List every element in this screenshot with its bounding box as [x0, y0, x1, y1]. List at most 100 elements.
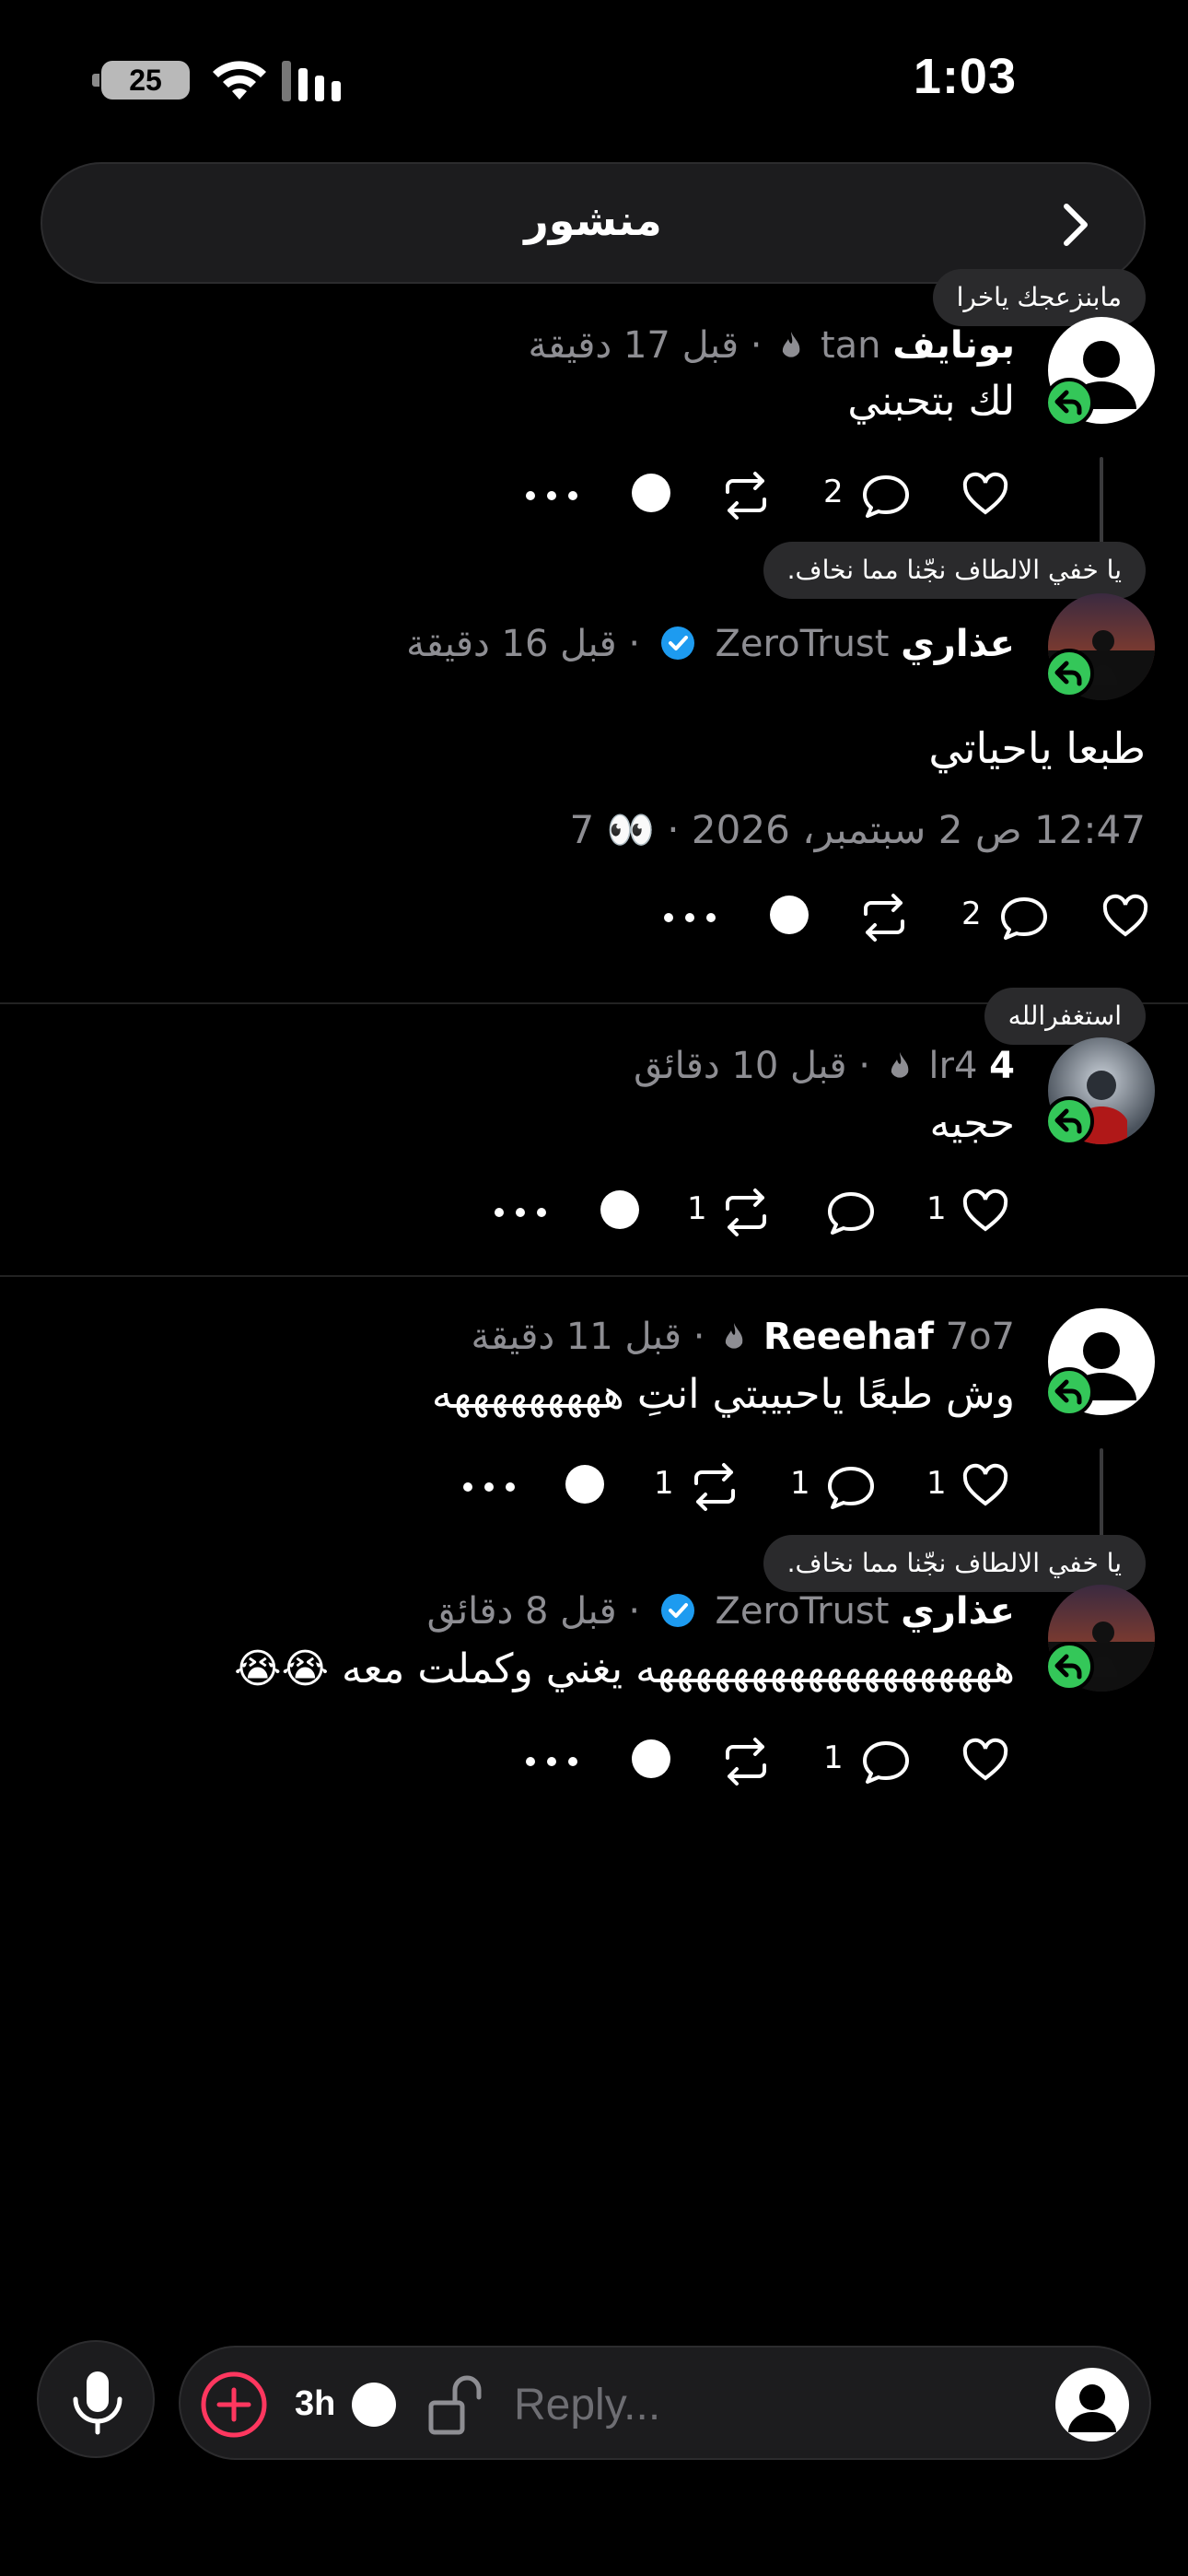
- username[interactable]: بونايف: [892, 324, 1015, 367]
- separator: ·: [654, 807, 680, 852]
- share-dot-icon[interactable]: [770, 896, 809, 934]
- reply-count: 2: [961, 896, 982, 932]
- verified-icon: [660, 626, 694, 660]
- eyes-icon: 👀: [606, 807, 655, 852]
- share-dot-icon[interactable]: [632, 474, 670, 512]
- comment-text: هههههههههههههههههههه يغني وكملت معه 😭😭: [234, 1645, 1015, 1692]
- default-avatar-icon: [1068, 2384, 1116, 2432]
- reply-arrow-icon: [1054, 390, 1082, 416]
- separator: ·: [750, 324, 763, 367]
- post-date: 12:47 ص 2 سبتمبر، 2026: [691, 807, 1146, 852]
- handle[interactable]: 7o7: [946, 1316, 1015, 1358]
- repost-icon[interactable]: [720, 1185, 772, 1240]
- flame-icon: [725, 1323, 743, 1349]
- chevron-right-icon[interactable]: [1050, 199, 1101, 251]
- separator: ·: [858, 1045, 870, 1087]
- verified-icon: [660, 1594, 694, 1627]
- share-dot-icon[interactable]: [600, 1190, 639, 1229]
- more-options-icon[interactable]: [523, 468, 580, 523]
- time-ago: قبل 17 دقيقة: [528, 324, 740, 367]
- wifi-icon: [213, 61, 266, 100]
- handle[interactable]: tan: [821, 324, 881, 367]
- battery-tip: [92, 74, 99, 87]
- repost-icon[interactable]: [689, 1459, 740, 1515]
- battery-icon: 25: [101, 61, 190, 100]
- unlock-icon[interactable]: [425, 2371, 488, 2438]
- username[interactable]: Reeehaf: [763, 1316, 934, 1358]
- reply-icon[interactable]: [860, 468, 912, 523]
- like-icon[interactable]: [961, 1459, 1009, 1515]
- post-header: منشور: [41, 162, 1146, 284]
- reply-count: 2: [823, 474, 844, 510]
- repost-icon[interactable]: [720, 468, 772, 523]
- repost-icon[interactable]: [858, 890, 910, 945]
- reply-arrow-icon: [1054, 661, 1082, 686]
- reply-count: 1: [790, 1465, 810, 1502]
- comment-meta: بونايف tan · قبل 17 دقيقة: [529, 322, 1015, 369]
- note-bubble[interactable]: يا خفي الالطاف نجّنا مما نخاف.: [763, 542, 1146, 599]
- note-bubble[interactable]: استغفرالله: [984, 988, 1146, 1045]
- share-dot-icon[interactable]: [632, 1739, 670, 1778]
- reply-badge: [1044, 1367, 1094, 1417]
- comment-meta: 4 lr4 · قبل 10 دقائق: [634, 1043, 1015, 1089]
- microphone-button[interactable]: [37, 2340, 155, 2458]
- handle[interactable]: ZeroTrust: [716, 1590, 890, 1633]
- repost-count: 1: [654, 1465, 674, 1502]
- handle[interactable]: lr4: [928, 1045, 977, 1087]
- like-icon[interactable]: [961, 1185, 1009, 1240]
- username[interactable]: 4: [989, 1045, 1015, 1087]
- reply-badge: [1044, 378, 1094, 427]
- time-ago: قبل 8 دقائق: [426, 1590, 617, 1633]
- reply-input[interactable]: [514, 2371, 974, 2438]
- post-date-line: 12:47 ص 2 سبتمبر، 2026 · 👀 7: [569, 807, 1146, 853]
- comment-meta: عذاري ZeroTrust · قبل 16 دقيقة: [406, 621, 1015, 667]
- comment-meta: عذاري ZeroTrust · قبل 8 دقائق: [427, 1588, 1015, 1634]
- comment-meta: Reeehaf 7o7 · قبل 11 دقيقة: [471, 1314, 1015, 1360]
- comment-text: حجيه: [929, 1100, 1015, 1147]
- timer-dot-icon[interactable]: [352, 2383, 396, 2427]
- like-icon[interactable]: [1101, 890, 1149, 945]
- divider: [0, 1275, 1188, 1277]
- status-time: 1:03: [913, 49, 1017, 104]
- reply-badge: [1044, 649, 1094, 698]
- comment-text: لك بتحبني: [847, 378, 1015, 425]
- reply-icon[interactable]: [860, 1734, 912, 1789]
- time-ago: قبل 16 دقيقة: [406, 623, 617, 665]
- more-options-icon[interactable]: [661, 890, 718, 945]
- flame-icon: [891, 1052, 909, 1078]
- reply-arrow-icon: [1054, 1654, 1082, 1680]
- timer-label[interactable]: 3h: [295, 2384, 335, 2424]
- note-bubble[interactable]: يا خفي الالطاف نجّنا مما نخاف.: [763, 1535, 1146, 1592]
- reply-count: 1: [823, 1739, 844, 1776]
- page-title: منشور: [524, 195, 662, 245]
- repost-icon[interactable]: [720, 1734, 772, 1789]
- reply-icon[interactable]: [825, 1459, 877, 1515]
- like-count: 1: [926, 1465, 947, 1502]
- thread-line: [1100, 457, 1103, 545]
- comment-text: وش طبعًا ياحبيبتي انتِ هههههههههه: [431, 1371, 1015, 1418]
- reply-badge: [1044, 1642, 1094, 1692]
- reply-composer: 3h: [179, 2346, 1151, 2460]
- like-icon[interactable]: [961, 468, 1009, 523]
- username[interactable]: عذاري: [901, 1590, 1015, 1633]
- handle[interactable]: ZeroTrust: [716, 623, 890, 665]
- add-icon[interactable]: [199, 2370, 269, 2440]
- reply-icon[interactable]: [825, 1185, 877, 1240]
- post-text: طبعا ياحياتي: [928, 723, 1146, 773]
- username[interactable]: عذاري: [901, 623, 1015, 665]
- flame-icon: [783, 332, 800, 357]
- like-icon[interactable]: [961, 1734, 1009, 1789]
- reply-icon[interactable]: [998, 890, 1050, 945]
- separator: ·: [628, 1590, 641, 1633]
- time-ago: قبل 10 دقائق: [634, 1045, 847, 1087]
- time-ago: قبل 11 دقيقة: [471, 1316, 681, 1358]
- reply-arrow-icon: [1054, 1379, 1082, 1405]
- reply-badge: [1044, 1096, 1094, 1146]
- view-count: 7: [569, 807, 595, 852]
- signal-icon: [282, 61, 341, 101]
- avatar[interactable]: [1055, 2368, 1129, 2441]
- share-dot-icon[interactable]: [565, 1465, 604, 1504]
- more-options-icon[interactable]: [460, 1459, 518, 1515]
- more-options-icon[interactable]: [492, 1185, 549, 1240]
- more-options-icon[interactable]: [523, 1734, 580, 1789]
